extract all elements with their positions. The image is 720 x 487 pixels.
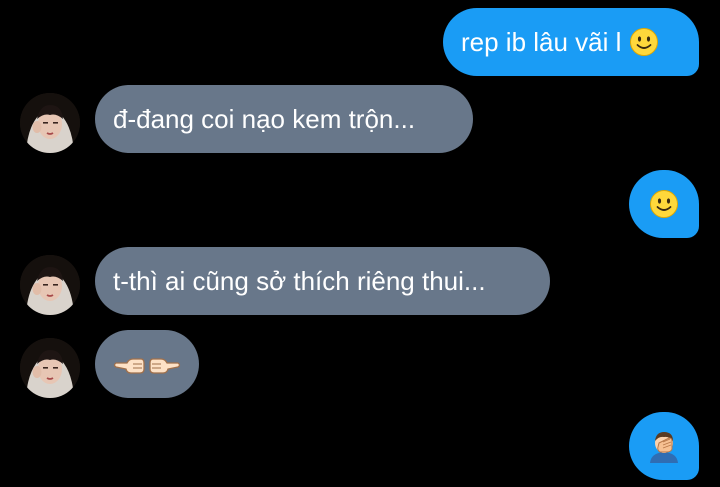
outgoing-message[interactable] bbox=[629, 412, 699, 480]
facepalm-icon bbox=[647, 429, 681, 463]
smiling-face-icon bbox=[629, 27, 659, 57]
pointing-hands-icon bbox=[113, 347, 181, 381]
contact-avatar[interactable] bbox=[20, 93, 80, 153]
message-text: t-thì ai cũng sở thích riêng thui... bbox=[113, 266, 486, 296]
smiling-face-icon bbox=[649, 189, 679, 219]
incoming-message[interactable]: đ-đang coi nạo kem trộn... bbox=[95, 85, 473, 153]
contact-avatar[interactable] bbox=[20, 338, 80, 398]
message-text: đ-đang coi nạo kem trộn... bbox=[113, 104, 416, 134]
outgoing-message[interactable]: rep ib lâu vãi l bbox=[443, 8, 699, 76]
incoming-message[interactable]: t-thì ai cũng sở thích riêng thui... bbox=[95, 247, 550, 315]
outgoing-message[interactable] bbox=[629, 170, 699, 238]
incoming-message[interactable] bbox=[95, 330, 199, 398]
chat-thread: rep ib lâu vãi l đ-đang coi nạo kem trộn… bbox=[0, 0, 720, 487]
contact-avatar[interactable] bbox=[20, 255, 80, 315]
message-text: rep ib lâu vãi l bbox=[461, 27, 622, 57]
